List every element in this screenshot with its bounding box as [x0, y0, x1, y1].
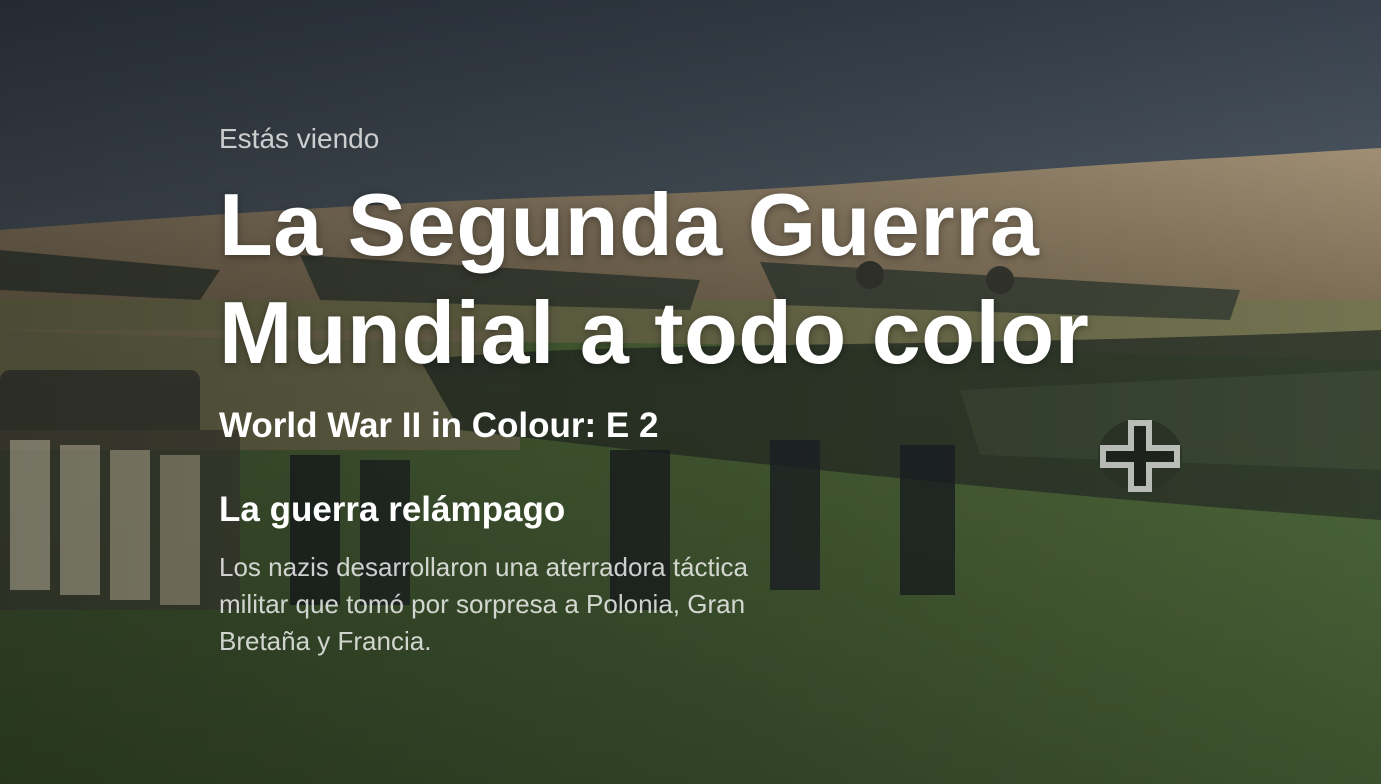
now-playing-info: Estás viendo La Segunda Guerra Mundial a… — [219, 123, 1219, 660]
episode-subtitle: World War II in Colour: E 2 — [219, 405, 659, 445]
episode-title: La guerra relámpago — [219, 489, 566, 529]
pause-screen[interactable]: Estás viendo La Segunda Guerra Mundial a… — [0, 0, 1381, 784]
now-watching-label: Estás viendo — [219, 123, 380, 154]
episode-synopsis: Los nazis desarrollaron una aterradora t… — [219, 551, 748, 656]
series-title: La Segunda Guerra Mundial a todo color — [219, 174, 1090, 382]
